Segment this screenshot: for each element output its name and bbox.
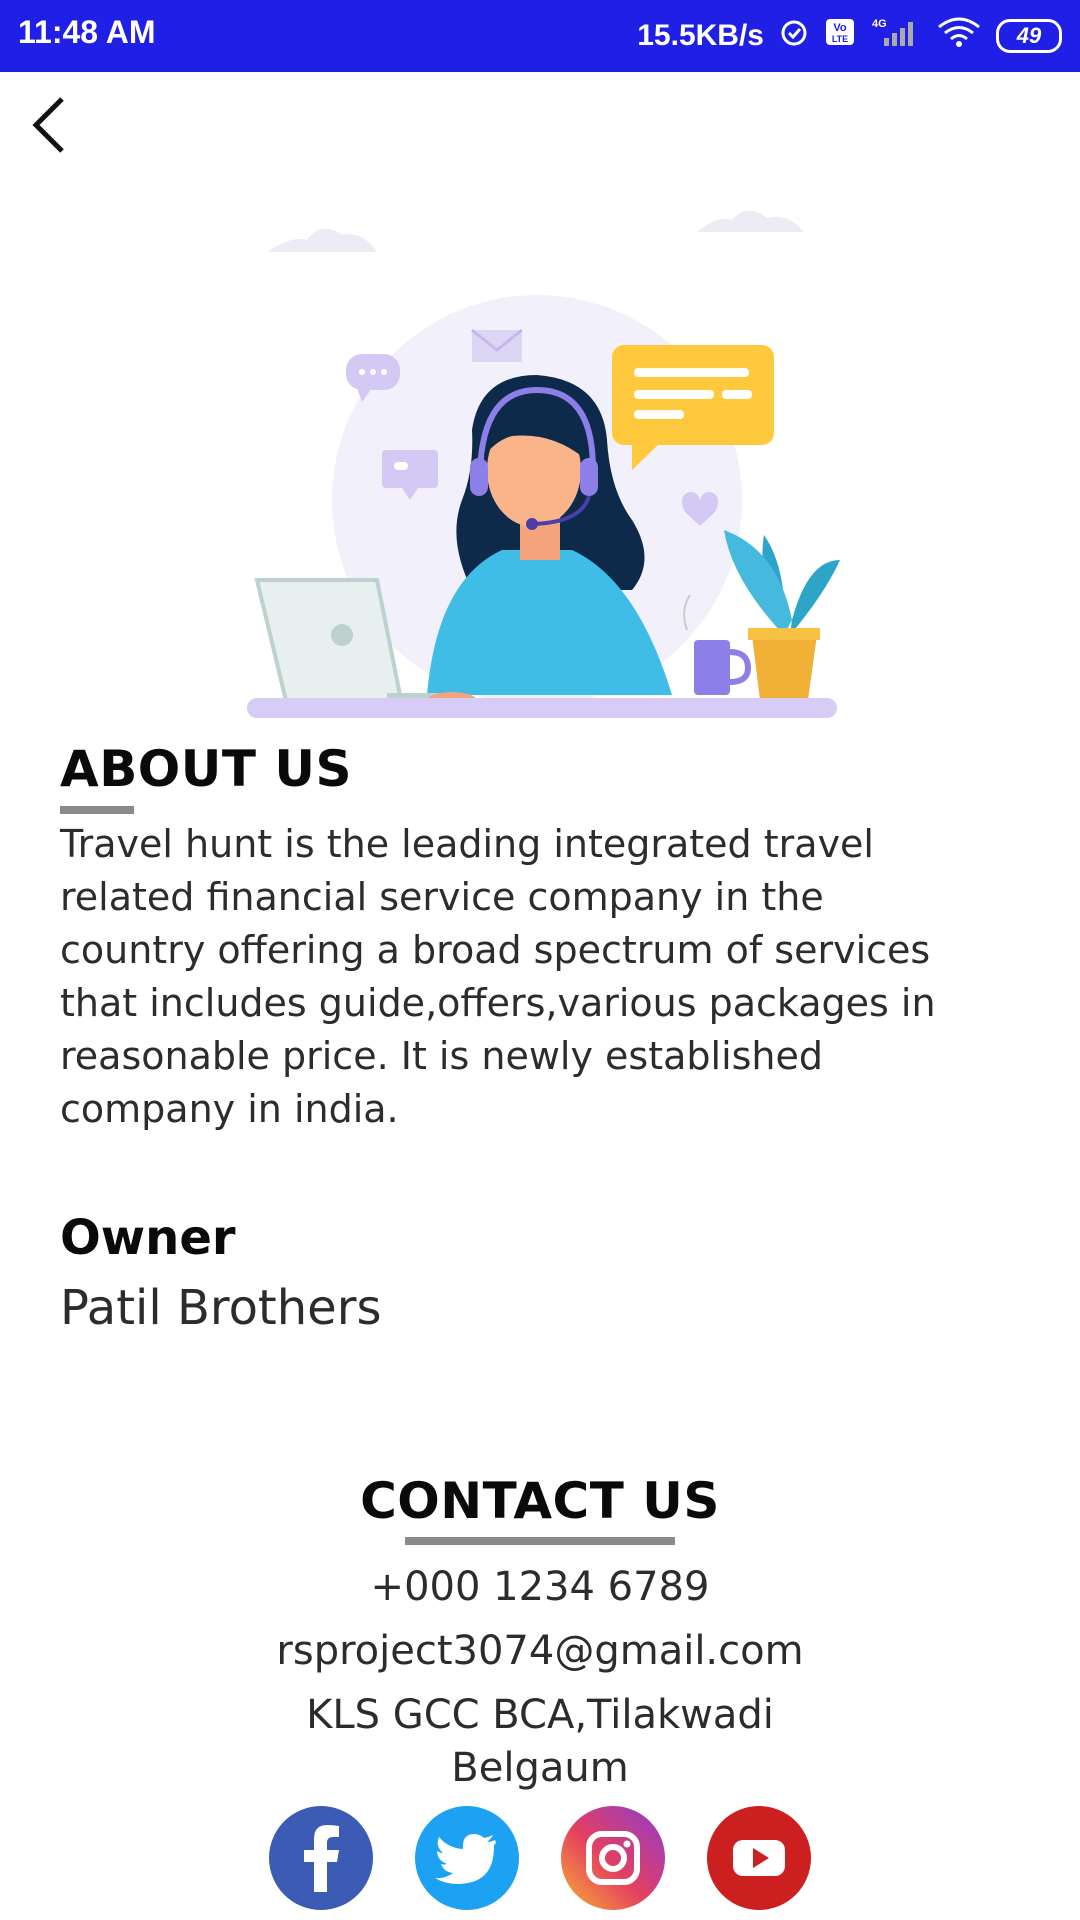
volte-icon: Vo LTE: [824, 16, 856, 56]
owner-value: Patil Brothers: [60, 1280, 382, 1336]
customer-support-illustration: [212, 140, 872, 800]
alarm-icon: [778, 16, 810, 56]
status-icons: 15.5KB/s Vo LTE 4G 49: [637, 10, 1062, 62]
about-underline: [60, 806, 134, 814]
svg-text:LTE: LTE: [832, 34, 848, 44]
instagram-icon[interactable]: [561, 1806, 665, 1910]
about-description: Travel hunt is the leading integrated tr…: [60, 822, 936, 1131]
svg-text:4G: 4G: [872, 18, 887, 30]
social-links: [0, 1806, 1080, 1910]
status-bar: 11:48 AM 15.5KB/s Vo LTE 4G 49: [0, 0, 1080, 72]
about-title: ABOUT US: [60, 740, 353, 798]
owner-label: Owner: [60, 1210, 236, 1266]
contact-address-line1: KLS GCC BCA,Tilakwadi: [306, 1692, 774, 1738]
back-button[interactable]: [20, 90, 80, 160]
youtube-icon[interactable]: [707, 1806, 811, 1910]
signal-4g-icon: 4G: [870, 16, 922, 56]
twitter-icon[interactable]: [415, 1806, 519, 1910]
contact-email[interactable]: rsproject3074@gmail.com: [0, 1628, 1080, 1674]
svg-text:Vo: Vo: [833, 22, 847, 34]
chevron-left-icon: [32, 97, 64, 153]
network-speed: 15.5KB/s: [637, 19, 764, 52]
contact-underline: [405, 1537, 675, 1545]
status-time: 11:48 AM: [18, 14, 156, 50]
wifi-icon: [936, 16, 982, 56]
facebook-icon[interactable]: [269, 1806, 373, 1910]
contact-phone[interactable]: +000 1234 6789: [0, 1564, 1080, 1610]
contact-title: CONTACT US: [360, 1472, 720, 1530]
battery-icon: 49: [996, 19, 1062, 53]
contact-address-line2: Belgaum: [451, 1745, 629, 1791]
